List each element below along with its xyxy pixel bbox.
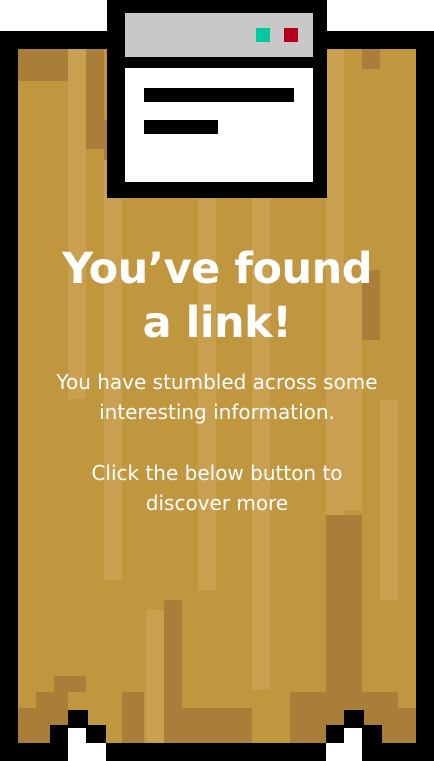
card-body-line: discover more <box>145 491 289 515</box>
card-title-line: You’ve found <box>61 244 373 294</box>
card-title-line: a link! <box>142 298 292 348</box>
card-body-line: interesting information. <box>99 400 335 424</box>
card-title: You’ve found a link! <box>0 242 434 350</box>
window-text-line <box>144 88 294 102</box>
window-minimize-icon <box>256 28 270 42</box>
card-body: You have stumbled across some interestin… <box>0 367 434 518</box>
card-body-line: Click the below button to <box>91 461 343 485</box>
window-text-line <box>144 120 218 134</box>
window-close-icon <box>284 28 298 42</box>
link-found-card: You’ve found a link! You have stumbled a… <box>0 0 434 761</box>
card-body-line: You have stumbled across some <box>56 370 378 394</box>
browser-window-icon <box>107 0 327 198</box>
